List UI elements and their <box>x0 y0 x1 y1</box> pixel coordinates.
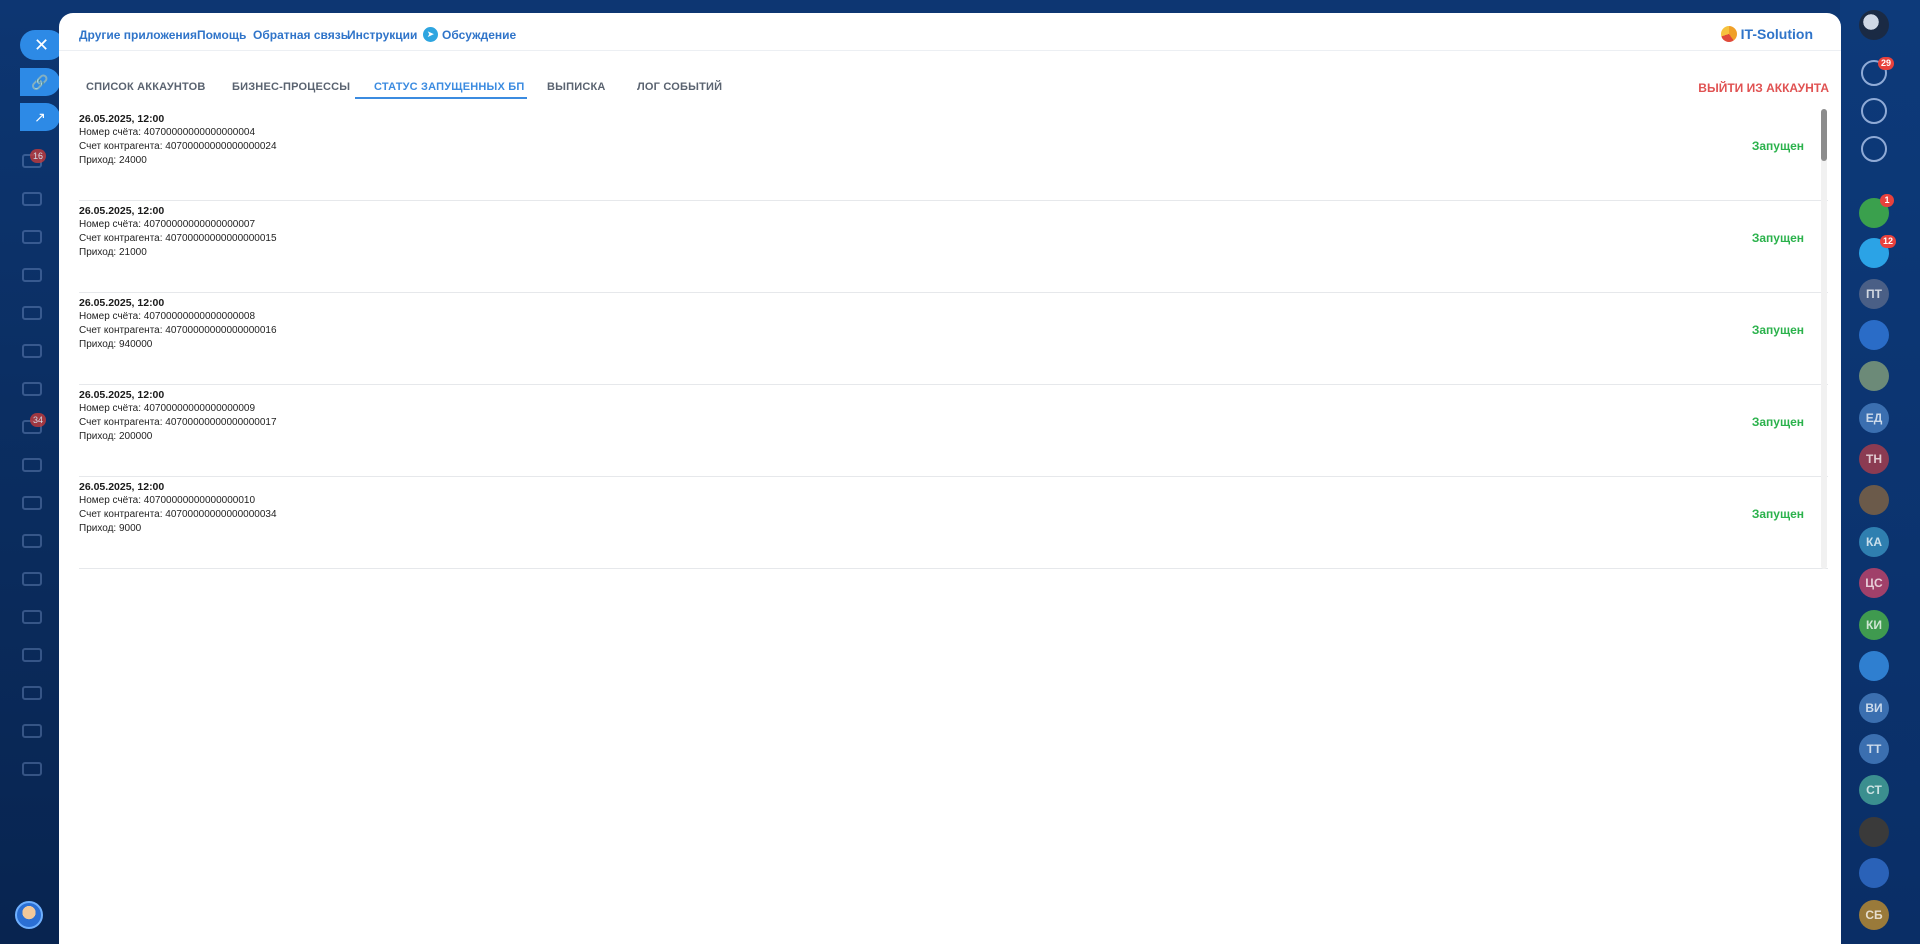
entry-date: 26.05.2025, 12:00 <box>79 297 165 309</box>
right-rail: 29 1 12 ПТ ЕД ТН КА ЦС КИ ВИ ТТ СТ СБ <box>1840 0 1920 944</box>
bg-menu-icon <box>22 306 42 320</box>
list-scrollbar[interactable] <box>1821 109 1827 569</box>
bg-menu-icon <box>22 192 42 206</box>
bg-menu-icon <box>22 762 42 776</box>
app-modal: Другие приложения Помощь Обратная связь … <box>59 13 1841 944</box>
bg-menu-icon <box>22 496 42 510</box>
entry-account: Номер счёта: 40700000000000000007 <box>79 219 256 230</box>
tab-event-log[interactable]: ЛОГ СОБЫТИЙ <box>637 81 722 93</box>
contact-avatar[interactable]: ВИ <box>1859 693 1889 723</box>
list-item: 26.05.2025, 12:00 Номер счёта: 407000000… <box>79 385 1828 477</box>
entry-counterparty: Счет контрагента: 40700000000000000024 <box>79 141 277 152</box>
telegram-icon: ➤ <box>423 27 438 42</box>
open-external-icon[interactable]: ↗ <box>20 103 60 131</box>
entry-date: 26.05.2025, 12:00 <box>79 205 165 217</box>
bg-menu-icon <box>22 572 42 586</box>
tab-statement[interactable]: ВЫПИСКА <box>547 81 606 93</box>
bp-status-list: 26.05.2025, 12:00 Номер счёта: 407000000… <box>79 109 1828 569</box>
entry-date: 26.05.2025, 12:00 <box>79 481 165 493</box>
feedback-link[interactable]: Обратная связь <box>253 28 348 42</box>
bg-menu-icon <box>22 648 42 662</box>
entry-income: Приход: 940000 <box>79 339 153 350</box>
bg-menu-icon <box>22 344 42 358</box>
bookmark-icon[interactable] <box>1859 651 1889 681</box>
bg-menu-icon <box>22 534 42 548</box>
status-badge: Запущен <box>1751 323 1804 337</box>
bg-badge: 16 <box>30 149 47 163</box>
logout-button[interactable]: ВЫЙТИ ИЗ АККАУНТА <box>1698 81 1829 95</box>
avatar[interactable] <box>1859 817 1889 847</box>
discussion-link[interactable]: Обсуждение <box>442 28 516 42</box>
other-apps-link[interactable]: Другие приложения <box>79 28 197 42</box>
entry-income: Приход: 200000 <box>79 431 153 442</box>
close-icon[interactable]: ✕ <box>20 30 64 60</box>
contact-avatar[interactable]: ЦС <box>1859 568 1889 598</box>
contact-avatar[interactable]: СТ <box>1859 775 1889 805</box>
entry-counterparty: Счет контрагента: 40700000000000000015 <box>79 233 277 244</box>
avatar[interactable] <box>1859 361 1889 391</box>
entry-counterparty: Счет контрагента: 40700000000000000016 <box>79 325 277 336</box>
help-link[interactable]: Помощь <box>197 28 246 42</box>
entry-income: Приход: 24000 <box>79 155 147 166</box>
contact-avatar[interactable]: ТН <box>1859 444 1889 474</box>
notification-badge: 1 <box>1880 194 1894 207</box>
entry-counterparty: Счет контрагента: 40700000000000000017 <box>79 417 277 428</box>
list-item: 26.05.2025, 12:00 Номер счёта: 407000000… <box>79 109 1828 201</box>
bg-menu-icon <box>22 686 42 700</box>
list-item: 26.05.2025, 12:00 Номер счёта: 407000000… <box>79 477 1828 569</box>
message-icon[interactable] <box>1861 136 1887 162</box>
bg-menu-icon <box>22 382 42 396</box>
entry-date: 26.05.2025, 12:00 <box>79 113 165 125</box>
entry-income: Приход: 9000 <box>79 523 142 534</box>
avatar[interactable] <box>1859 320 1889 350</box>
entry-date: 26.05.2025, 12:00 <box>79 389 165 401</box>
active-tab-indicator <box>355 97 527 99</box>
list-item: 26.05.2025, 12:00 Номер счёта: 407000000… <box>79 201 1828 293</box>
bg-menu-icon <box>22 724 42 738</box>
status-badge: Запущен <box>1751 139 1804 153</box>
bg-menu-icon <box>22 458 42 472</box>
list-item: 26.05.2025, 12:00 Номер счёта: 407000000… <box>79 293 1828 385</box>
avatar[interactable] <box>1859 858 1889 888</box>
contact-avatar[interactable]: ЕД <box>1859 403 1889 433</box>
bg-menu-icon <box>22 610 42 624</box>
status-badge: Запущен <box>1751 415 1804 429</box>
bg-menu-icon <box>22 268 42 282</box>
background-left-menu: 16 34 <box>0 0 60 944</box>
contact-avatar[interactable]: ПТ <box>1859 279 1889 309</box>
tab-accounts-list[interactable]: СПИСОК АККАУНТОВ <box>86 81 206 93</box>
link-icon[interactable]: 🔗 <box>20 68 60 96</box>
entry-account: Номер счёта: 40700000000000000008 <box>79 311 256 322</box>
tab-business-processes[interactable]: БИЗНЕС-ПРОЦЕССЫ <box>232 81 350 93</box>
scrollbar-thumb[interactable] <box>1821 109 1827 161</box>
brand: IT-Solution <box>1720 26 1813 42</box>
brand-logo-icon <box>1720 26 1737 42</box>
entry-counterparty: Счет контрагента: 40700000000000000034 <box>79 509 277 520</box>
tab-bar: СПИСОК АККАУНТОВ БИЗНЕС-ПРОЦЕССЫ СТАТУС … <box>59 65 1841 113</box>
avatar[interactable] <box>1859 485 1889 515</box>
entry-account: Номер счёта: 40700000000000000004 <box>79 127 256 138</box>
status-badge: Запущен <box>1751 231 1804 245</box>
contact-avatar[interactable]: СБ <box>1859 900 1889 930</box>
avatar[interactable] <box>1859 10 1889 40</box>
instructions-link[interactable]: Инструкции <box>347 28 417 42</box>
top-navigation: Другие приложения Помощь Обратная связь … <box>59 13 1841 51</box>
bg-badge: 34 <box>30 413 47 427</box>
notification-badge: 29 <box>1878 57 1895 70</box>
tab-running-bp-status[interactable]: СТАТУС ЗАПУЩЕННЫХ БП <box>374 81 525 93</box>
avatar[interactable] <box>15 901 43 929</box>
contact-avatar[interactable]: ТТ <box>1859 734 1889 764</box>
entry-account: Номер счёта: 40700000000000000010 <box>79 495 256 506</box>
entry-account: Номер счёта: 40700000000000000009 <box>79 403 256 414</box>
status-badge: Запущен <box>1751 507 1804 521</box>
chat-icon[interactable] <box>1861 98 1887 124</box>
brand-name: IT-Solution <box>1740 26 1813 42</box>
bg-menu-icon <box>22 230 42 244</box>
entry-income: Приход: 21000 <box>79 247 147 258</box>
contact-avatar[interactable]: КИ <box>1859 610 1889 640</box>
contact-avatar[interactable]: КА <box>1859 527 1889 557</box>
notification-badge: 12 <box>1880 235 1897 248</box>
